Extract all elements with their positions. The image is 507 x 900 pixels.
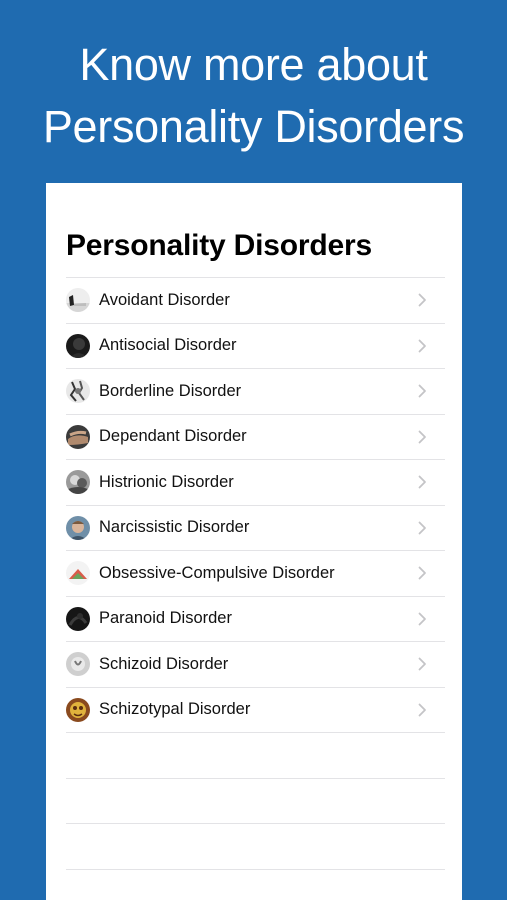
chevron-right-icon [418, 521, 426, 535]
list-item-label: Histrionic Disorder [99, 472, 234, 491]
list-item-paranoid-disorder[interactable]: Paranoid Disorder [66, 597, 445, 642]
promo-headline-line-2: Personality Disorders [42, 101, 465, 152]
list-item-label: Paranoid Disorder [99, 609, 232, 628]
chevron-right-icon [418, 430, 426, 444]
list-item-avoidant-disorder[interactable]: Avoidant Disorder [66, 278, 445, 323]
app-screen: Personality Disorders Avoidant Disorder [46, 183, 462, 900]
list-item-dependant-disorder[interactable]: Dependant Disorder [66, 415, 445, 460]
list-item-label: Obsessive-Compulsive Disorder [99, 563, 335, 582]
list-item-narcissistic-disorder[interactable]: Narcissistic Disorder [66, 506, 445, 551]
disorder-list: Avoidant Disorder Antisocial Disorder Bo… [66, 277, 445, 870]
list-item-label: Schizoid Disorder [99, 654, 229, 673]
list-item-borderline-disorder[interactable]: Borderline Disorder [66, 369, 445, 414]
chevron-right-icon [418, 339, 426, 353]
chevron-right-icon [418, 293, 426, 307]
list-item-schizoid-disorder[interactable]: Schizoid Disorder [66, 642, 445, 687]
narcissistic-thumbnail-icon [66, 515, 90, 540]
empty-list-row [66, 824, 445, 869]
avoidant-thumbnail-icon [66, 288, 90, 313]
schizoid-thumbnail-icon [66, 652, 90, 677]
list-item-label: Borderline Disorder [99, 381, 242, 400]
chevron-right-icon [418, 657, 426, 671]
chevron-right-icon [418, 384, 426, 398]
empty-list-row [66, 779, 445, 824]
list-item-label: Schizotypal Disorder [99, 700, 251, 719]
promo-headline-line-1: Know more about [79, 39, 428, 90]
list-item-histrionic-disorder[interactable]: Histrionic Disorder [66, 460, 445, 505]
chevron-right-icon [418, 612, 426, 626]
obsessive-compulsive-thumbnail-icon [66, 561, 90, 586]
list-item-label: Antisocial Disorder [99, 336, 237, 355]
borderline-thumbnail-icon [66, 379, 90, 404]
chevron-right-icon [418, 566, 426, 580]
list-item-label: Dependant Disorder [99, 427, 247, 446]
dependant-thumbnail-icon [66, 424, 90, 449]
histrionic-thumbnail-icon [66, 470, 90, 495]
list-item-obsessive-compulsive-disorder[interactable]: Obsessive-Compulsive Disorder [66, 551, 445, 596]
list-item-label: Narcissistic Disorder [99, 518, 250, 537]
antisocial-thumbnail-icon [66, 333, 90, 358]
page-title: Personality Disorders [66, 229, 372, 262]
list-item-antisocial-disorder[interactable]: Antisocial Disorder [66, 324, 445, 369]
promo-headline: Know more about Personality Disorders [0, 34, 507, 158]
paranoid-thumbnail-icon [66, 606, 90, 631]
schizotypal-thumbnail-icon [66, 697, 90, 722]
list-separator [66, 868, 445, 870]
chevron-right-icon [418, 475, 426, 489]
chevron-right-icon [418, 703, 426, 717]
list-item-schizotypal-disorder[interactable]: Schizotypal Disorder [66, 688, 445, 733]
list-item-label: Avoidant Disorder [99, 290, 230, 309]
empty-list-row [66, 733, 445, 778]
